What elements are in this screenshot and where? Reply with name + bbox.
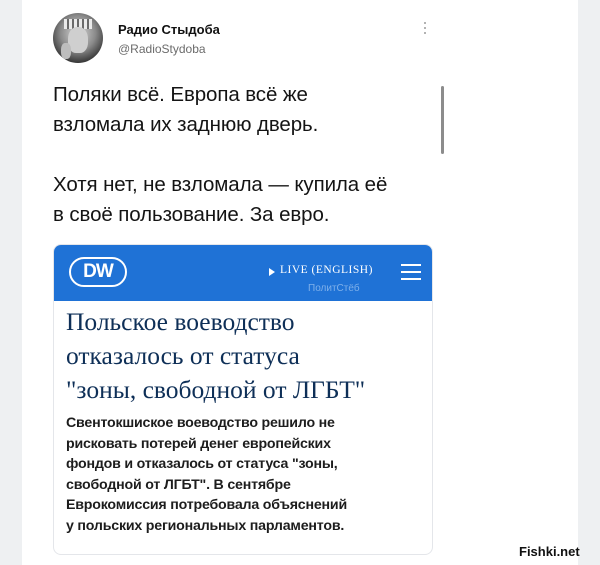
tweet-card: Радио Стыдоба @RadioStydoba Поляки всё. … [22, 0, 578, 565]
tweet-line: Хотя нет, не взломала — купила её [53, 173, 388, 196]
summary-line: фондов и отказалось от статуса "зоны, [66, 456, 338, 472]
page-margin-left [0, 0, 22, 565]
article-headline[interactable]: Польское воеводство отказалось от статус… [66, 305, 426, 407]
watermark-text: ПолитСтёб [308, 283, 360, 294]
account-handle[interactable]: @RadioStydoba [118, 42, 206, 56]
headline-line: "зоны, свободной от ЛГБТ" [66, 375, 366, 404]
avatar-face [68, 27, 88, 53]
live-english-link[interactable]: LIVE (ENGLISH) [280, 264, 373, 276]
headline-line: отказалось от статуса [66, 341, 300, 370]
avatar-hand [61, 43, 71, 59]
summary-line: Еврокомиссия потребовала объяснений [66, 497, 347, 513]
account-name[interactable]: Радио Стыдоба [118, 22, 220, 37]
article-summary: Свентокшиское воеводство решило не риско… [66, 413, 428, 536]
site-watermark: Fishki.net [519, 544, 580, 559]
summary-line: рисковать потерей денег европейских [66, 435, 331, 452]
tweet-paragraph-2: Хотя нет, не взломала — купила её в своё… [53, 170, 387, 230]
summary-line: Свентокшиское воеводство решило не [66, 415, 335, 431]
summary-line: у польских региональных парламентов. [66, 517, 345, 534]
tweet-line: Поляки всё. Европа всё же [53, 83, 308, 106]
headline-line: Польское воеводство [66, 307, 295, 336]
avatar[interactable] [53, 13, 103, 63]
page-margin-right [578, 0, 600, 565]
dw-header: DW LIVE (ENGLISH) ПолитСтёб [54, 245, 432, 301]
hamburger-menu-icon[interactable] [401, 264, 421, 280]
tweet-line: взломала их заднюю дверь. [53, 113, 319, 136]
summary-line: свободной от ЛГБТ". В сентябре [66, 476, 291, 493]
tweet-paragraph-1: Поляки всё. Европа всё же взломала их за… [53, 80, 318, 140]
embedded-article-card[interactable]: DW LIVE (ENGLISH) ПолитСтёб Польское вое… [53, 244, 433, 555]
scrollbar[interactable] [441, 86, 444, 154]
tweet-line: в своё пользование. За евро. [53, 203, 330, 226]
dw-logo[interactable]: DW [69, 257, 127, 287]
play-icon [269, 268, 275, 276]
more-options-icon[interactable] [422, 22, 428, 38]
